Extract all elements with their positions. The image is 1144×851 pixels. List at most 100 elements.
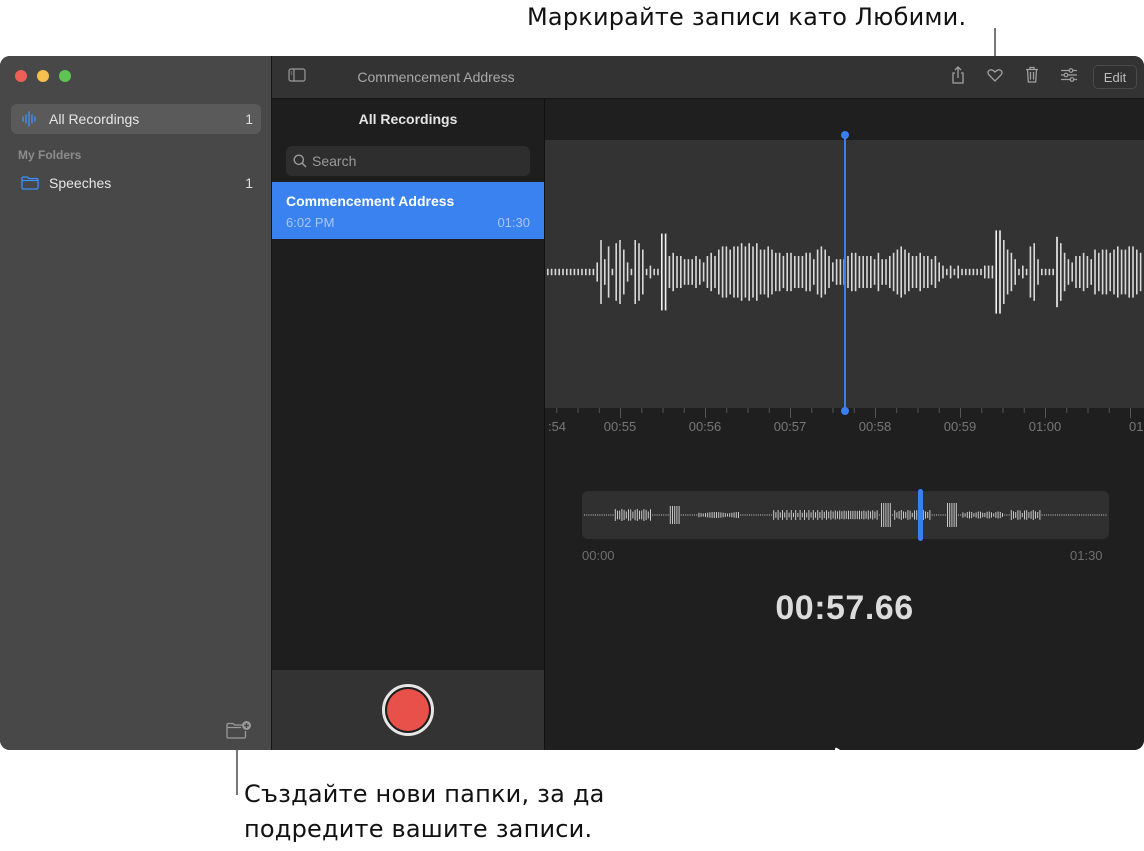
- waveform-bar: [642, 249, 644, 295]
- waveform-bar: [824, 249, 826, 295]
- overview-bar: [599, 514, 601, 516]
- record-bar: [272, 670, 544, 750]
- overview-bar: [1026, 510, 1028, 520]
- waveform-bar: [900, 246, 902, 298]
- overview-bar: [1046, 514, 1047, 516]
- waveform-bar: [592, 268, 595, 276]
- overview-bar: [590, 514, 592, 516]
- sidebar-item-all-recordings[interactable]: All Recordings 1: [11, 104, 261, 134]
- waveform-bar: [1120, 249, 1123, 295]
- overview-bar: [744, 514, 746, 516]
- overview-bar: [896, 512, 898, 518]
- waveform-bar: [1136, 249, 1138, 295]
- waveform-bar: [1109, 252, 1111, 292]
- waveform-bar: [1090, 259, 1092, 285]
- share-button[interactable]: [947, 65, 969, 89]
- share-icon: [950, 65, 966, 89]
- overview-bar: [779, 512, 781, 518]
- ruler-tick-label: 01:: [1128, 419, 1144, 434]
- overview-bar: [982, 512, 984, 518]
- overview-bar: [854, 510, 856, 520]
- overview-bar: [689, 514, 691, 516]
- overview-bar: [804, 510, 805, 520]
- overview-bar: [696, 514, 698, 516]
- ruler-tick: [768, 408, 770, 413]
- waveform-bar: [782, 256, 785, 288]
- ruler-tick: [1130, 408, 1131, 418]
- overview-bar: [1085, 514, 1087, 516]
- edit-button[interactable]: Edit: [1093, 65, 1137, 89]
- waveform-bar: [1041, 268, 1043, 276]
- close-button[interactable]: [15, 70, 27, 82]
- ruler-tick: [620, 408, 621, 418]
- overview-bar: [955, 503, 957, 527]
- record-button[interactable]: [382, 684, 434, 736]
- overview-bar: [1002, 513, 1003, 517]
- waveform-bar: [790, 252, 792, 292]
- overview-bar: [614, 509, 616, 521]
- waveform-bar: [623, 249, 625, 295]
- settings-button[interactable]: [1058, 67, 1080, 87]
- overview-bar: [685, 514, 687, 516]
- overview-bar: [940, 514, 942, 516]
- overview-bar: [986, 511, 988, 519]
- overview-scrubber[interactable]: [582, 489, 1109, 541]
- overview-bar: [724, 513, 726, 517]
- overview-bar: [623, 509, 625, 521]
- waveform-bar: [729, 249, 731, 295]
- overview-playhead[interactable]: [917, 489, 923, 541]
- overview-bar: [958, 514, 959, 516]
- waveform-bar: [839, 259, 842, 285]
- recording-list-item[interactable]: Commencement Address 6:02 PM 01:30: [272, 182, 544, 239]
- waveform-bar: [748, 243, 750, 301]
- sidebar-item-label: Speeches: [49, 175, 112, 191]
- overview-bar: [872, 510, 874, 520]
- overview-bar: [843, 510, 845, 520]
- favorite-button[interactable]: [984, 67, 1006, 87]
- waveform-bar: [1014, 259, 1016, 285]
- overview-bar: [874, 511, 876, 519]
- waveform-bar: [942, 265, 944, 279]
- waveform-bar: [585, 268, 587, 276]
- waveform-bar: [771, 249, 773, 295]
- waveform-bar: [1022, 265, 1024, 279]
- waveform-bar: [611, 268, 614, 276]
- sidebar-item-speeches[interactable]: Speeches 1: [11, 168, 261, 198]
- waveform-bar: [923, 256, 925, 288]
- overview-bar: [973, 513, 975, 517]
- waveform-bar: [725, 246, 728, 298]
- overview-bar: [1061, 514, 1063, 516]
- waveform-bar: [987, 265, 990, 279]
- delete-button[interactable]: [1021, 66, 1043, 87]
- search-field[interactable]: Search: [286, 146, 530, 176]
- overview-bar: [889, 503, 891, 527]
- play-button[interactable]: [832, 747, 862, 750]
- waveform-bar: [866, 256, 868, 288]
- waveform-bar: [949, 265, 952, 279]
- overview-bar: [667, 514, 669, 516]
- overview-bar: [845, 511, 847, 519]
- waveform-bar: [885, 259, 887, 285]
- zoom-button[interactable]: [59, 70, 71, 82]
- minimize-button[interactable]: [37, 70, 49, 82]
- waveform-bar: [718, 249, 720, 295]
- waveform-bar: [657, 268, 659, 276]
- overview-bar: [867, 510, 869, 520]
- overview-bar: [907, 510, 909, 520]
- waveform-bar: [752, 246, 754, 298]
- ruler-tick: [705, 408, 706, 418]
- overview-bar: [1013, 511, 1014, 519]
- overview-bar: [883, 503, 885, 527]
- waveform-bar: [984, 265, 986, 279]
- callout-new-folders-2: подредите вашите записи.: [244, 815, 593, 843]
- overview-bar: [808, 510, 810, 520]
- waveform-bar: [695, 256, 697, 288]
- waveform-bar: [577, 268, 579, 276]
- new-folder-button[interactable]: [226, 720, 252, 745]
- overview-bar: [735, 512, 737, 518]
- waveform-bar: [1105, 249, 1108, 295]
- waveform-bar: [607, 246, 610, 298]
- waveform-bar: [1086, 256, 1089, 288]
- waveform-bar: [892, 252, 895, 292]
- overview-bar: [709, 512, 711, 518]
